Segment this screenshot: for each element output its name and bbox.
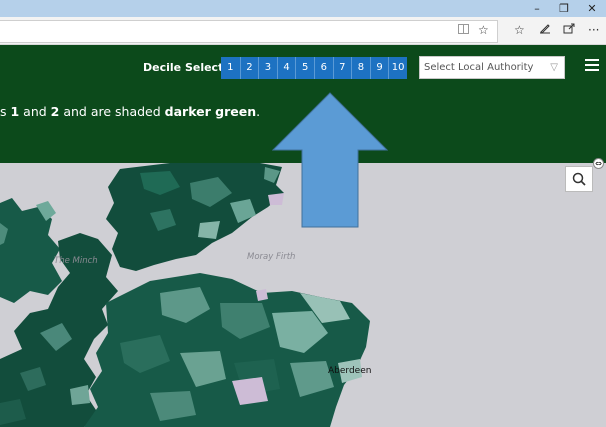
map-search-button[interactable] — [565, 166, 593, 192]
decile-button-4[interactable]: 4 — [276, 57, 296, 79]
map-label-the-minch: The Minch — [54, 256, 98, 266]
decile-button-7[interactable]: 7 — [332, 57, 352, 79]
address-bar[interactable] — [0, 20, 498, 43]
decile-button-6[interactable]: 6 — [313, 57, 333, 79]
favorite-star-icon[interactable]: ☆ — [478, 21, 489, 40]
pen-icon[interactable] — [539, 21, 551, 40]
map-label-aberdeen: Aberdeen — [328, 366, 372, 376]
decile-button-10[interactable]: 10 — [388, 57, 407, 79]
favorites-list-icon[interactable]: ☆ — [514, 21, 525, 40]
minimize-button[interactable]: – — [524, 0, 550, 17]
share-icon[interactable] — [563, 21, 575, 40]
decile-selector: 1 2 3 4 5 6 7 8 9 10 — [221, 57, 407, 79]
search-icon — [572, 172, 586, 186]
description-text: s 1 and 2 and are shaded darker green. — [0, 104, 261, 119]
title-bar: – ❐ ✕ — [0, 0, 606, 17]
local-authority-placeholder: Select Local Authority — [424, 62, 534, 73]
chevron-down-icon: ▽ — [550, 62, 558, 73]
local-authority-select[interactable]: Select Local Authority ▽ — [419, 56, 565, 79]
close-button[interactable]: ✕ — [579, 0, 605, 17]
decile-button-8[interactable]: 8 — [351, 57, 370, 79]
restore-button[interactable]: ❐ — [551, 0, 577, 17]
decile-button-1[interactable]: 1 — [221, 57, 240, 79]
browser-toolbar: ☆ ☆ ··· — [0, 17, 606, 45]
decile-button-3[interactable]: 3 — [258, 57, 277, 79]
resize-handle-icon[interactable]: ⇔ — [593, 158, 604, 169]
map-label-moray-firth: Moray Firth — [247, 252, 296, 262]
decile-button-9[interactable]: 9 — [369, 57, 389, 79]
more-icon[interactable]: ··· — [588, 21, 599, 40]
decile-button-2[interactable]: 2 — [239, 57, 259, 79]
decile-button-5[interactable]: 5 — [295, 57, 314, 79]
hamburger-icon[interactable] — [585, 58, 599, 73]
up-arrow-annotation-icon — [272, 92, 388, 228]
reading-view-icon[interactable] — [458, 21, 469, 40]
